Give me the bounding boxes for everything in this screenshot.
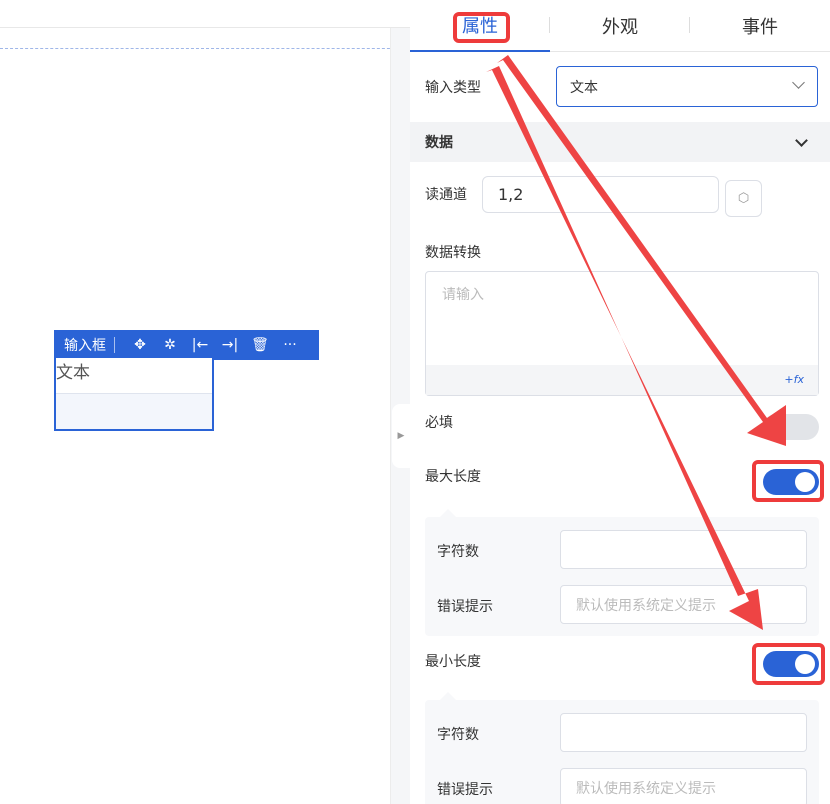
tab-events-label: 事件 xyxy=(742,17,778,38)
data-transform-label: 数据转换 xyxy=(425,245,481,261)
data-transform-placeholder: 请输入 xyxy=(442,287,484,303)
section-data-title: 数据 xyxy=(425,135,453,151)
card-notch xyxy=(439,509,457,518)
tab-appearance[interactable]: 外观 xyxy=(550,0,690,52)
required-label: 必填 xyxy=(425,415,453,431)
chevron-down-icon xyxy=(795,134,808,147)
max-chars-input[interactable] xyxy=(560,530,807,569)
widget-input-field[interactable] xyxy=(56,393,212,429)
caret-right-icon: ▶ xyxy=(397,431,405,441)
delete-icon[interactable]: 🗑 xyxy=(245,337,275,353)
hexagon-settings-icon: ⬡ xyxy=(737,191,750,206)
canvas-guide-line xyxy=(0,48,410,49)
min-length-options: 字符数 错误提示 默认使用系统定义提示 xyxy=(425,692,819,804)
toggle-knob xyxy=(766,417,786,437)
panel-tabs: 属性 外观 事件 xyxy=(410,0,830,52)
channel-settings-button[interactable]: ⬡ xyxy=(725,180,762,217)
section-data-header[interactable]: 数据 xyxy=(410,122,830,162)
collapse-panel-handle[interactable]: ▶ xyxy=(392,404,410,468)
max-error-input[interactable]: 默认使用系统定义提示 xyxy=(560,585,807,624)
max-error-placeholder: 默认使用系统定义提示 xyxy=(576,597,716,614)
move-icon[interactable]: ✥ xyxy=(125,337,155,353)
chevron-down-icon xyxy=(792,76,805,89)
tab-properties[interactable]: 属性 xyxy=(410,0,550,52)
data-transform-textarea[interactable]: 请输入 +fx xyxy=(425,271,819,396)
min-length-toggle[interactable] xyxy=(763,651,819,677)
read-channel-label: 读通道 xyxy=(425,187,467,203)
max-chars-label: 字符数 xyxy=(437,544,479,560)
toggle-knob xyxy=(795,654,815,674)
input-type-select[interactable]: 文本 xyxy=(556,66,818,107)
max-length-options: 字符数 错误提示 默认使用系统定义提示 xyxy=(425,509,819,636)
card-notch xyxy=(439,692,457,701)
min-chars-label: 字符数 xyxy=(437,727,479,743)
min-chars-input[interactable] xyxy=(560,713,807,752)
min-error-label: 错误提示 xyxy=(437,782,493,798)
more-icon[interactable]: ··· xyxy=(275,337,305,353)
align-right-icon[interactable]: →| xyxy=(215,337,245,353)
canvas-ruler xyxy=(0,0,410,28)
textarea-footer xyxy=(426,365,818,395)
toggle-knob xyxy=(795,472,815,492)
input-widget[interactable]: 文本 xyxy=(54,356,214,431)
property-panel: 属性 外观 事件 输入类型 文本 数据 读通道 1,2 ⬡ 数据转换 请输入 +… xyxy=(410,0,830,804)
align-left-icon[interactable]: |← xyxy=(185,337,215,353)
widget-type-label: 输入框 xyxy=(64,338,106,354)
toolbar-divider xyxy=(114,337,115,353)
input-type-label: 输入类型 xyxy=(425,80,481,96)
max-error-label: 错误提示 xyxy=(437,599,493,615)
read-channel-value: 1,2 xyxy=(498,185,524,204)
min-length-label: 最小长度 xyxy=(425,654,481,670)
read-channel-input[interactable]: 1,2 xyxy=(482,176,719,213)
min-error-input[interactable]: 默认使用系统定义提示 xyxy=(560,768,807,804)
min-error-placeholder: 默认使用系统定义提示 xyxy=(576,780,716,797)
function-fx-icon[interactable]: +fx xyxy=(784,373,804,386)
required-toggle[interactable] xyxy=(763,414,819,440)
tab-properties-label: 属性 xyxy=(462,16,498,37)
max-length-toggle[interactable] xyxy=(763,469,819,495)
design-canvas[interactable]: 输入框 ✥ ✲ |← →| 🗑 ··· 文本 ▶ xyxy=(0,0,410,804)
widget-label-text: 文本 xyxy=(56,363,90,383)
max-length-label: 最大长度 xyxy=(425,469,481,485)
input-type-value: 文本 xyxy=(570,79,598,96)
bug-icon[interactable]: ✲ xyxy=(155,337,185,353)
tab-events[interactable]: 事件 xyxy=(690,0,830,52)
tab-appearance-label: 外观 xyxy=(602,17,638,38)
